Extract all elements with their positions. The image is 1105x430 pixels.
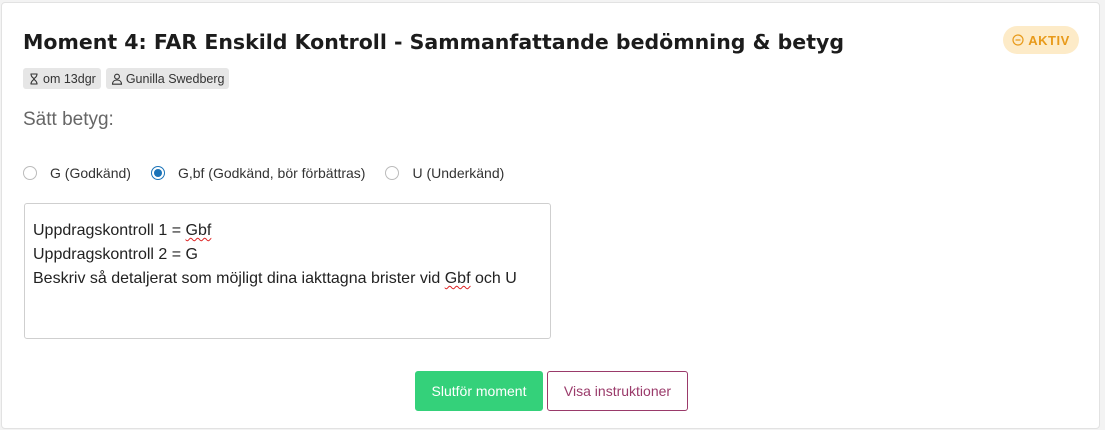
comment-line: Uppdragskontroll 1 = Gbf — [33, 222, 212, 239]
deadline-text: om 13dgr — [43, 71, 96, 86]
comment-line: Beskriv så detaljerat som möjligt dina i… — [33, 270, 517, 287]
radio-label: U (Underkänd) — [412, 165, 505, 181]
grade-option-u[interactable]: U (Underkänd) — [385, 165, 504, 181]
radio-button-selected[interactable] — [150, 166, 165, 180]
user-icon — [111, 73, 122, 85]
misspelled-word: Gbf — [444, 270, 471, 287]
grade-section-label: Sätt betyg: — [23, 109, 114, 130]
radio-label: G,bf (Godkänd, bör förbättras) — [177, 165, 366, 181]
status-badge-label: AKTIV — [1028, 32, 1070, 48]
assignee-chip: Gunilla Swedberg — [105, 68, 230, 89]
grade-radio-group: G (Godkänd) G,bf (Godkänd, bör förbättra… — [23, 165, 524, 181]
assignee-name: Gunilla Swedberg — [125, 71, 225, 86]
minus-circle-icon — [1012, 34, 1024, 46]
grade-comment-textarea[interactable]: Uppdragskontroll 1 = Gbf Uppdragskontrol… — [24, 203, 551, 339]
moment-card: Moment 4: FAR Enskild Kontroll - Sammanf… — [1, 2, 1100, 429]
page-title: Moment 4: FAR Enskild Kontroll - Sammanf… — [23, 30, 845, 54]
grade-option-gbf[interactable]: G,bf (Godkänd, bör förbättras) — [150, 165, 366, 181]
radio-button[interactable] — [385, 166, 400, 180]
grade-option-g[interactable]: G (Godkänd) — [23, 165, 131, 181]
radio-label: G (Godkänd) — [50, 165, 131, 181]
show-instructions-button[interactable]: Visa instruktioner — [547, 371, 688, 411]
misspelled-word: Gbf — [185, 222, 212, 239]
radio-button[interactable] — [23, 166, 37, 180]
complete-moment-button[interactable]: Slutför moment — [415, 371, 543, 411]
deadline-chip: om 13dgr — [23, 68, 101, 89]
status-badge: AKTIV — [1003, 26, 1079, 54]
meta-chips: om 13dgr Gunilla Swedberg — [23, 68, 230, 89]
comment-line: Uppdragskontroll 2 = G — [33, 246, 198, 263]
hourglass-icon — [30, 72, 38, 85]
